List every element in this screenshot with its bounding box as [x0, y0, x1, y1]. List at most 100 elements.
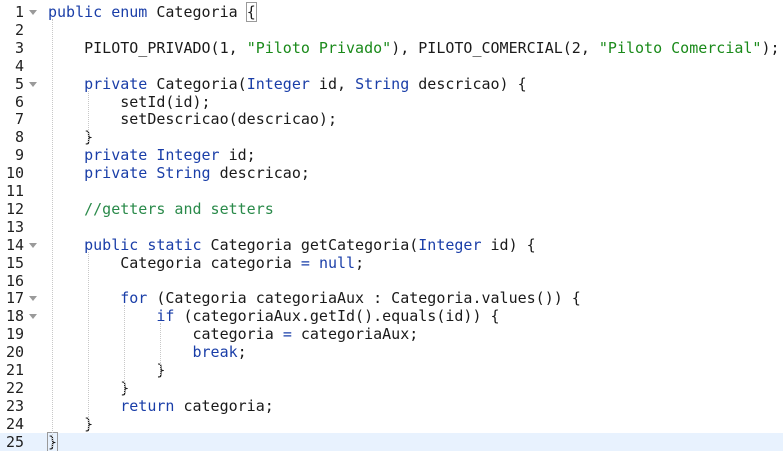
code-line[interactable]: 16 — [0, 272, 783, 290]
code-line[interactable]: 25} — [0, 431, 783, 451]
code-line[interactable]: 18 if (categoriaAux.getId().equals(id)) … — [0, 307, 783, 325]
code-line[interactable]: 13 — [0, 218, 783, 236]
code-line[interactable]: 2 — [0, 21, 783, 39]
fold-arrow-icon[interactable] — [29, 314, 37, 320]
code-line[interactable]: 3 PILOTO_PRIVADO(1, "Piloto Privado"), P… — [0, 39, 783, 57]
line-gutter: 16 — [0, 272, 44, 290]
keyword: private — [84, 146, 148, 165]
code-line[interactable]: 9 private Integer id; — [0, 146, 783, 164]
line-gutter: 23 — [0, 397, 44, 415]
string-literal: "Piloto Privado" — [246, 38, 392, 57]
keyword: enum — [111, 3, 148, 21]
type-name: String — [156, 164, 211, 183]
keyword: return — [120, 396, 175, 415]
null-literal: null — [318, 253, 356, 272]
line-gutter: 1 — [0, 3, 44, 21]
code-editor[interactable]: 1 public enum Categoria {2 3 PILOTO_PRIVAD… — [0, 0, 783, 451]
line-gutter: 21 — [0, 361, 44, 379]
line-code: setDescricao(descricao); — [48, 110, 337, 128]
fold-arrow-icon[interactable] — [29, 10, 37, 15]
line-number: 8 — [14, 128, 24, 147]
code-text: ; — [355, 253, 365, 272]
line-gutter: 7 — [0, 110, 44, 128]
code-line[interactable]: 17 for (Categoria categoriaAux : Categor… — [0, 289, 783, 307]
code-line[interactable]: 21 } — [0, 361, 783, 379]
line-number: 9 — [14, 146, 24, 165]
line-gutter: 14 — [0, 236, 44, 254]
code-line[interactable]: 1 public enum Categoria { — [0, 2, 783, 22]
code-line[interactable]: 5 private Categoria(Integer id, String d… — [0, 75, 783, 93]
line-gutter: 25 — [0, 433, 44, 451]
line-code: private Categoria(Integer id, String des… — [48, 75, 527, 93]
code-line[interactable]: 14 public static Categoria getCategoria(… — [0, 236, 783, 254]
line-number: 3 — [14, 38, 24, 57]
line-number: 4 — [14, 56, 24, 75]
line-gutter: 20 — [0, 343, 44, 361]
line-gutter: 22 — [0, 379, 44, 397]
line-gutter: 6 — [0, 93, 44, 111]
line-gutter: 9 — [0, 146, 44, 164]
code-text: descricao) { — [409, 74, 527, 93]
code-line[interactable]: 22 } — [0, 379, 783, 397]
code-text: setDescricao(descricao); — [48, 110, 337, 129]
indent-guide — [124, 305, 126, 393]
line-code: Categoria categoria = null; — [48, 254, 364, 272]
indent-guide — [52, 19, 53, 447]
line-code: } — [48, 128, 93, 146]
code-line[interactable]: 10 private String descricao; — [0, 164, 783, 182]
line-number: 25 — [5, 432, 24, 451]
fold-arrow-icon[interactable] — [29, 296, 37, 302]
keyword: public — [48, 3, 103, 21]
code-line[interactable]: 23 return categoria; — [0, 397, 783, 415]
code-text: } — [48, 128, 94, 147]
line-gutter: 18 — [0, 307, 44, 325]
code-line[interactable]: 6 setId(id); — [0, 93, 783, 111]
line-number: 6 — [14, 92, 24, 111]
line-gutter: 15 — [0, 254, 44, 272]
keyword: break — [192, 343, 238, 362]
code-text: descricao; — [210, 164, 310, 183]
line-code: categoria = categoriaAux; — [48, 325, 418, 343]
line-gutter: 11 — [0, 182, 44, 200]
code-text: ), PILOTO_COMERCIAL(2, — [391, 38, 599, 57]
fold-arrow-icon[interactable] — [29, 242, 37, 248]
line-gutter: 5 — [0, 75, 44, 93]
code-line[interactable]: 20 break; — [0, 343, 783, 361]
code-text: ); — [761, 38, 780, 57]
code-line[interactable]: 11 — [0, 182, 783, 200]
code-text: categoria — [48, 325, 283, 344]
code-line[interactable]: 12 //getters and setters — [0, 200, 783, 218]
code-line[interactable]: 7 setDescricao(descricao); — [0, 110, 783, 128]
code-line[interactable]: 19 categoria = categoriaAux; — [0, 325, 783, 343]
fold-arrow-icon[interactable] — [29, 81, 37, 87]
code-line[interactable]: 15 Categoria categoria = null; — [0, 254, 783, 272]
line-number: 16 — [5, 271, 24, 290]
code-line[interactable]: 24 } — [0, 415, 783, 433]
line-number: 1 — [14, 3, 24, 21]
type-name: Integer — [246, 74, 310, 93]
line-gutter: 3 — [0, 39, 44, 57]
type-name: Integer — [418, 235, 482, 254]
string-literal: "Piloto Comercial" — [598, 38, 762, 57]
line-number: 24 — [5, 414, 24, 433]
keyword: if — [156, 307, 175, 326]
line-number: 5 — [14, 74, 24, 93]
line-code: //getters and setters — [48, 200, 274, 218]
line-gutter: 13 — [0, 218, 44, 236]
code-text: id; — [219, 146, 256, 165]
line-code: public enum Categoria { — [48, 2, 257, 22]
code-text: categoria; — [174, 396, 274, 415]
line-code: return categoria; — [48, 397, 274, 415]
line-code: setId(id); — [48, 93, 210, 111]
line-gutter: 19 — [0, 325, 44, 343]
indent-guide — [160, 323, 162, 375]
code-text: (Categoria categoriaAux : Categoria.valu… — [147, 289, 581, 308]
code-line[interactable]: 8 } — [0, 128, 783, 146]
line-code: public static Categoria getCategoria(Int… — [48, 236, 536, 254]
code-line[interactable]: 4 — [0, 57, 783, 75]
